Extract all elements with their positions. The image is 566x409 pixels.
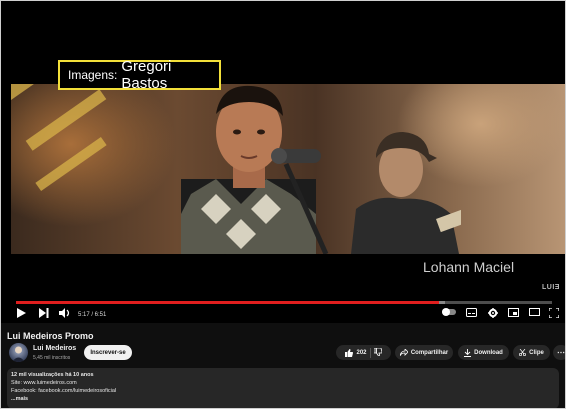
more-icon: ⋯ <box>557 348 565 357</box>
autoplay-icon <box>442 308 456 316</box>
player-controls: 5:17 / 6:51 <box>1 306 565 323</box>
play-button[interactable] <box>17 308 26 318</box>
thumbs-up-icon <box>345 348 354 357</box>
more-actions-button[interactable]: ⋯ <box>553 345 566 360</box>
download-button[interactable]: Download <box>458 345 509 360</box>
fullscreen-icon <box>549 308 559 318</box>
scissors-icon <box>519 349 527 356</box>
video-caption-box: Imagens: Gregori Bastos <box>58 58 221 92</box>
play-icon <box>17 308 26 318</box>
video-player[interactable]: Imagens: Gregori Bastos Lohann Maciel LU… <box>1 1 565 323</box>
subscribe-button[interactable]: Inscrever-se <box>84 345 132 360</box>
like-count: 202 <box>356 349 367 356</box>
settings-button[interactable] <box>488 308 498 318</box>
like-dislike-group: 202 <box>336 345 391 360</box>
share-label: Compartilhar <box>410 349 449 356</box>
progress-bar[interactable] <box>16 301 552 304</box>
caption-label: Imagens: <box>68 68 118 82</box>
fullscreen-button[interactable] <box>549 308 559 318</box>
dislike-button[interactable] <box>373 347 382 358</box>
channel-watermark[interactable]: LUIƎ <box>542 284 560 291</box>
subtitles-button[interactable] <box>466 308 477 317</box>
description-more-link[interactable]: ...mais <box>11 396 28 402</box>
theater-icon <box>529 308 540 316</box>
caption-value: Gregori Bastos <box>121 58 172 92</box>
time-display: 5:17 / 6:51 <box>78 312 107 318</box>
subtitles-icon <box>466 308 477 317</box>
guitarist-figure <box>351 132 461 254</box>
share-icon <box>399 349 408 356</box>
video-title: Lui Medeiros Promo <box>7 331 94 341</box>
like-button[interactable]: 202 <box>345 348 367 357</box>
autoplay-toggle[interactable] <box>442 308 456 316</box>
volume-icon <box>59 308 70 318</box>
description-line-1: Site: www.luimedeiros.com <box>11 380 77 386</box>
video-frame-image <box>11 84 565 254</box>
avatar-icon <box>12 346 25 362</box>
download-icon <box>464 348 472 357</box>
clip-button[interactable]: Clipe <box>513 345 550 360</box>
download-label: Download <box>474 349 503 356</box>
channel-name[interactable]: Lui Medeiros <box>33 345 76 352</box>
description-box[interactable]: 12 mil visualizações há 10 anos Site: ww… <box>7 368 559 409</box>
miniplayer-button[interactable] <box>508 308 519 317</box>
volume-button[interactable] <box>59 308 71 318</box>
description-line-2: Facebook: facebook.com/luimedeirosoficia… <box>11 388 117 394</box>
channel-avatar[interactable] <box>9 343 28 362</box>
thumbs-down-icon <box>373 347 382 356</box>
miniplayer-icon <box>508 308 519 317</box>
subscriber-count: 5,45 mil inscritos <box>33 355 71 361</box>
singer-figure <box>181 85 329 254</box>
gear-icon <box>488 308 498 318</box>
progress-played <box>16 301 440 304</box>
share-button[interactable]: Compartilhar <box>395 345 453 360</box>
lower-third-name: Lohann Maciel <box>423 259 515 275</box>
like-divider <box>369 347 371 358</box>
description-stats: 12 mil visualizações há 10 anos <box>11 372 94 378</box>
next-icon <box>39 308 49 318</box>
theater-mode-button[interactable] <box>529 308 540 316</box>
next-button[interactable] <box>39 308 49 318</box>
clip-label: Clipe <box>529 349 544 356</box>
